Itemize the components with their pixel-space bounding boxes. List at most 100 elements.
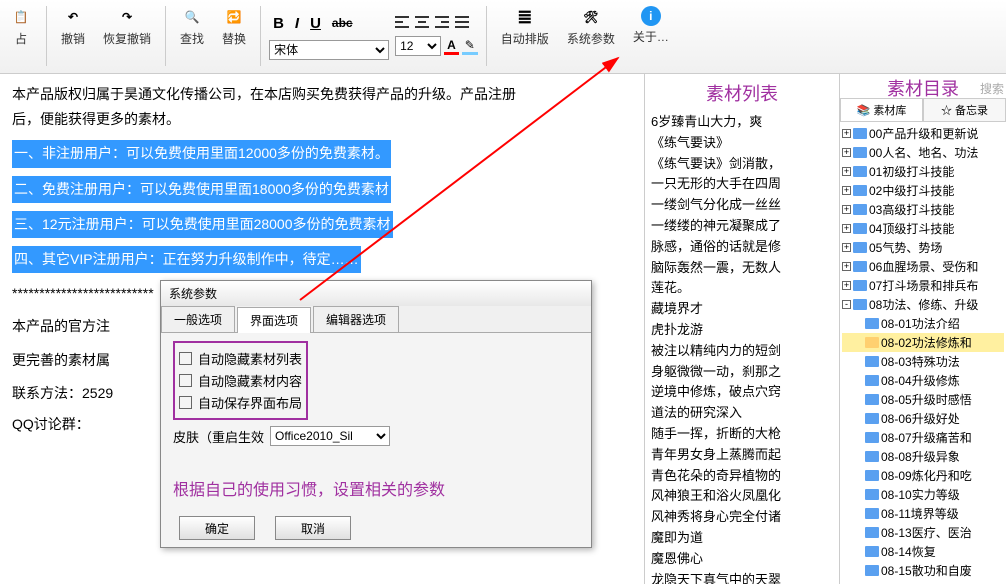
tree-node[interactable]: +01初级打斗技能 — [842, 162, 1004, 181]
tree-node[interactable]: 08-06升级好处 — [842, 409, 1004, 428]
tree-node[interactable]: +00产品升级和更新说 — [842, 124, 1004, 143]
checkbox-hide-list[interactable] — [179, 352, 192, 365]
tree-node[interactable]: 08-14恢复 — [842, 542, 1004, 561]
expand-icon[interactable]: + — [842, 205, 851, 214]
cancel-button[interactable]: 取消 — [275, 516, 351, 540]
list-item[interactable]: 《练气要诀》 — [651, 133, 833, 154]
list-item[interactable]: 青色花朵的奇异植物的 — [651, 466, 833, 487]
tab-editor[interactable]: 编辑器选项 — [313, 306, 399, 332]
list-item[interactable]: 藏境界才 — [651, 299, 833, 320]
tree-node[interactable]: 08-15散功和自废 — [842, 561, 1004, 580]
list-item[interactable]: 脉感，通俗的话就是修 — [651, 237, 833, 258]
align-center-icon[interactable] — [415, 16, 431, 30]
tree-label: 04顶级打斗技能 — [869, 220, 954, 237]
search-placeholder[interactable]: 搜索 — [980, 80, 1004, 97]
expand-icon[interactable]: + — [842, 167, 851, 176]
expand-icon[interactable]: + — [842, 148, 851, 157]
tree-node[interactable]: 08-16中医 — [842, 580, 1004, 582]
tree-node[interactable]: 08-02功法修炼和 — [842, 333, 1004, 352]
tree-node[interactable]: 08-05升级时感悟 — [842, 390, 1004, 409]
list-item[interactable]: 青年男女身上蒸腾而起 — [651, 445, 833, 466]
tree-node[interactable]: 08-09炼化丹和吃 — [842, 466, 1004, 485]
tree-node[interactable]: 08-04升级修炼 — [842, 371, 1004, 390]
skin-select[interactable]: Office2010_Sil — [270, 426, 390, 446]
tree-node[interactable]: 08-01功法介绍 — [842, 314, 1004, 333]
font-select[interactable]: 宋体 — [269, 40, 389, 60]
align-justify-icon[interactable] — [455, 16, 471, 30]
tree-node[interactable]: 08-10实力等级 — [842, 485, 1004, 504]
dialog-tabs: 一般选项 界面选项 编辑器选项 — [161, 306, 591, 333]
expand-icon[interactable]: - — [842, 300, 851, 309]
tree-node[interactable]: 08-11境界等级 — [842, 504, 1004, 523]
list-item[interactable]: 《练气要诀》剑消散， — [651, 154, 833, 175]
checkbox-save-layout[interactable] — [179, 396, 192, 409]
italic-button[interactable]: I — [291, 13, 303, 34]
tree-node[interactable]: 08-07升级痛苦和 — [842, 428, 1004, 447]
redo-button[interactable]: ↷ 恢复撤销 — [97, 2, 157, 51]
tree-label: 02中级打斗技能 — [869, 182, 954, 199]
tree-node[interactable]: - 08功法、修练、升级 — [842, 295, 1004, 314]
expand-icon[interactable]: + — [842, 129, 851, 138]
replace-button[interactable]: 🔁 替换 — [216, 2, 252, 51]
tab-interface[interactable]: 界面选项 — [237, 307, 311, 333]
list-item[interactable]: 6岁臻青山大力，爽 — [651, 112, 833, 133]
list-item[interactable]: 虎扑龙游 — [651, 320, 833, 341]
tree-node[interactable]: +06血腥场景、受伤和 — [842, 257, 1004, 276]
folder-icon — [853, 166, 867, 177]
list-item[interactable]: 一缕剑气分化成一丝丝 — [651, 195, 833, 216]
folder-icon — [865, 432, 879, 443]
bold-button[interactable]: B — [269, 13, 288, 34]
list-item[interactable]: 随手一挥，折断的大枪 — [651, 424, 833, 445]
size-select[interactable]: 12 — [395, 36, 441, 56]
tree-label: 08功法、修练、升级 — [869, 296, 978, 313]
find-button[interactable]: 🔍 查找 — [174, 2, 210, 51]
tab-general[interactable]: 一般选项 — [161, 306, 235, 332]
list-item[interactable]: 被注以精纯内力的短剑 — [651, 341, 833, 362]
list-item[interactable]: 魔恩佛心 — [651, 549, 833, 570]
expand-icon[interactable]: + — [842, 262, 851, 271]
list-item[interactable]: 风神秀将身心完全付诸 — [651, 507, 833, 528]
expand-icon[interactable]: + — [842, 281, 851, 290]
tree-node[interactable]: 08-03特殊功法 — [842, 352, 1004, 371]
list-item[interactable]: 身躯微微一动，刹那之 — [651, 362, 833, 383]
system-param-dialog: 系统参数 一般选项 界面选项 编辑器选项 自动隐藏素材列表 自动隐藏素材内容 自… — [160, 280, 592, 548]
tree-label: 01初级打斗技能 — [869, 163, 954, 180]
tree-node[interactable]: +02中级打斗技能 — [842, 181, 1004, 200]
tree-node[interactable]: +07打斗场景和排兵布 — [842, 276, 1004, 295]
undo-icon: ↶ — [62, 6, 84, 28]
align-left-icon[interactable] — [395, 16, 411, 30]
tree-node[interactable]: 08-13医疗、医治 — [842, 523, 1004, 542]
list-item[interactable]: 脑际轰然一震，无数人 — [651, 258, 833, 279]
list-item[interactable]: 魔即为道 — [651, 528, 833, 549]
tree-node[interactable]: +03高级打斗技能 — [842, 200, 1004, 219]
align-right-icon[interactable] — [435, 16, 451, 30]
paste-button[interactable]: 📋 占 — [4, 2, 38, 51]
paste-icon: 📋 — [10, 6, 32, 28]
checkbox-hide-content[interactable] — [179, 374, 192, 387]
expand-icon[interactable]: + — [842, 243, 851, 252]
list-item[interactable]: 道法的研究深入 — [651, 403, 833, 424]
ok-button[interactable]: 确定 — [179, 516, 255, 540]
expand-icon[interactable]: + — [842, 186, 851, 195]
auto-layout-button[interactable]: ≣ 自动排版 — [495, 2, 555, 51]
tree-label: 08-06升级好处 — [881, 410, 960, 427]
list-item[interactable]: 一缕缕的神元凝聚成了 — [651, 216, 833, 237]
tree-node[interactable]: +05气势、势场 — [842, 238, 1004, 257]
list-item[interactable]: 龙隐天下真气中的天翠 — [651, 570, 833, 584]
list-item[interactable]: 风神狼王和浴火凤凰化 — [651, 486, 833, 507]
list-item[interactable]: 逆境中修炼，破点穴窍 — [651, 382, 833, 403]
list-item[interactable]: 一只无形的大手在四周 — [651, 174, 833, 195]
tree-node[interactable]: +04顶级打斗技能 — [842, 219, 1004, 238]
undo-button[interactable]: ↶ 撤销 — [55, 2, 91, 51]
expand-icon[interactable]: + — [842, 224, 851, 233]
system-param-button[interactable]: 🛠 系统参数 — [561, 2, 621, 51]
highlight-button[interactable]: ✎ — [462, 38, 478, 55]
strike-button[interactable]: abc — [328, 14, 357, 32]
tree-node[interactable]: 08-08升级异象 — [842, 447, 1004, 466]
about-button[interactable]: i 关于… — [627, 2, 675, 49]
tree-node[interactable]: +00人名、地名、功法 — [842, 143, 1004, 162]
folder-tree[interactable]: +00产品升级和更新说+00人名、地名、功法+01初级打斗技能+02中级打斗技能… — [840, 122, 1006, 582]
underline-button[interactable]: U — [306, 13, 325, 34]
font-color-button[interactable]: A — [444, 38, 459, 55]
list-item[interactable]: 莲花。 — [651, 278, 833, 299]
